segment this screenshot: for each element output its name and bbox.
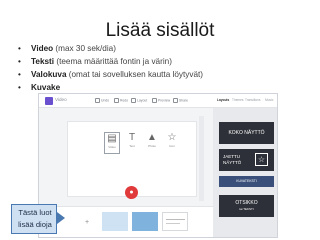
callout-box: Tästä luot lisää dioja bbox=[11, 204, 57, 234]
bullet-glyph: • bbox=[18, 70, 21, 79]
list-item: • Video (max 30 sek/dia) bbox=[18, 42, 313, 55]
add-text-tile[interactable]: T Text bbox=[124, 132, 140, 154]
add-video-tile[interactable]: ▤ Video bbox=[104, 132, 120, 154]
tab-transitions[interactable]: Transitions bbox=[245, 98, 260, 102]
add-slide-button[interactable]: + bbox=[85, 219, 89, 226]
bullet-keyword: Video bbox=[31, 44, 54, 53]
list-item: • Valokuva (omat tai sovelluksen kautta l… bbox=[18, 68, 313, 81]
slide-filmstrip: + bbox=[39, 206, 213, 237]
tab-music[interactable]: Music bbox=[265, 98, 273, 102]
template-split-screen[interactable]: JAETTU NÄYTTÖ ☆ bbox=[219, 149, 274, 171]
tile-label: Icon bbox=[169, 144, 175, 148]
template-caption[interactable]: KUVATEKSTI bbox=[219, 176, 274, 187]
layout-templates-panel: KOKO NÄYTTÖ JAETTU NÄYTTÖ ☆ KUVATEKSTI O… bbox=[213, 108, 277, 237]
slide-thumbnail[interactable] bbox=[162, 212, 188, 231]
app-topbar: Video Undo Redo Layout Preview Share Lay… bbox=[39, 94, 277, 108]
layout-icon bbox=[131, 98, 136, 103]
side-scrollbar[interactable] bbox=[199, 116, 204, 201]
preview-button[interactable]: Preview bbox=[152, 98, 170, 103]
share-button[interactable]: Share bbox=[173, 98, 188, 103]
bullet-keyword: Kuvake bbox=[31, 83, 61, 92]
play-icon bbox=[152, 98, 157, 103]
share-icon bbox=[173, 98, 178, 103]
text-icon: T bbox=[128, 132, 136, 143]
template-label: OTSIKKO bbox=[235, 200, 258, 206]
tab-layouts[interactable]: Layouts bbox=[217, 98, 229, 102]
bullet-keyword: Teksti bbox=[31, 57, 55, 66]
redo-button[interactable]: Redo bbox=[114, 98, 128, 103]
bullet-list: • Video (max 30 sek/dia) • Teksti (teema m… bbox=[18, 42, 313, 94]
star-icon: ☆ bbox=[255, 153, 268, 166]
bullet-glyph: • bbox=[18, 44, 21, 53]
app-screenshot: Video Undo Redo Layout Preview Share Lay… bbox=[38, 93, 278, 238]
bullet-note: (omat tai sovelluksen kautta löytyvät) bbox=[66, 70, 204, 79]
bullet-note: (teema määrittää fontin ja värin) bbox=[54, 57, 172, 66]
template-label: JAETTU NÄYTTÖ bbox=[223, 154, 242, 165]
microphone-icon: ● bbox=[129, 189, 134, 196]
template-title[interactable]: OTSIKKO tai TEKSTI bbox=[219, 195, 274, 217]
tab-themes[interactable]: Themes bbox=[232, 98, 244, 102]
add-icon-tile[interactable]: ☆ Icon bbox=[164, 132, 180, 154]
undo-icon bbox=[95, 98, 100, 103]
callout-arrow-icon bbox=[57, 212, 65, 224]
layout-button[interactable]: Layout bbox=[131, 98, 147, 103]
video-icon: ▤ bbox=[107, 133, 117, 144]
tile-label: Text bbox=[129, 144, 135, 148]
star-icon: ☆ bbox=[167, 132, 177, 143]
app-name: Video bbox=[55, 97, 67, 102]
template-full-screen[interactable]: KOKO NÄYTTÖ bbox=[219, 122, 274, 144]
slide-thumbnail[interactable] bbox=[102, 212, 128, 231]
app-logo bbox=[45, 97, 53, 105]
bullet-glyph: • bbox=[18, 83, 21, 92]
template-sublabel: tai TEKSTI bbox=[239, 207, 254, 211]
add-photo-tile[interactable]: ▲ Photo bbox=[144, 132, 160, 154]
callout-line: Tästä luot bbox=[18, 208, 52, 217]
bullet-note: (max 30 sek/dia) bbox=[53, 44, 116, 53]
record-button[interactable]: ● bbox=[125, 186, 138, 199]
callout-line: lisää dioja bbox=[18, 220, 52, 229]
list-item: • Teksti (teema määrittää fontin ja värin… bbox=[18, 55, 313, 68]
slide-thumbnail[interactable] bbox=[132, 212, 158, 231]
tile-label: Photo bbox=[148, 144, 156, 148]
bullet-glyph: • bbox=[18, 57, 21, 66]
photo-icon: ▲ bbox=[147, 132, 157, 143]
slide-title: Lisää sisällöt bbox=[105, 20, 215, 41]
tile-label: Video bbox=[108, 145, 116, 149]
redo-icon bbox=[114, 98, 119, 103]
bullet-keyword: Valokuva bbox=[31, 70, 67, 79]
undo-button[interactable]: Undo bbox=[95, 98, 109, 103]
